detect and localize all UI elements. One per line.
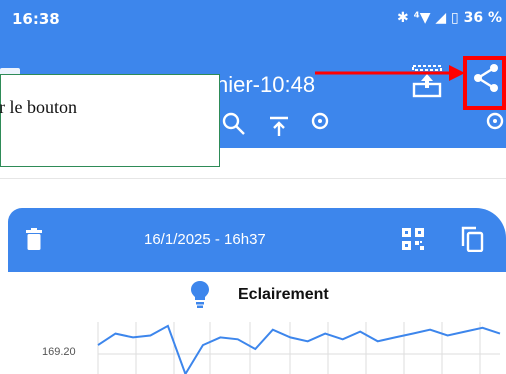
status-icons: ✱ ⁴▼ ◢ ▯ 36 % (397, 10, 502, 26)
tooltip-text: r le bouton (0, 97, 77, 117)
lightbulb-icon (191, 281, 209, 308)
settings-icon[interactable] (482, 112, 506, 138)
copy-icon[interactable] (460, 226, 484, 252)
instruction-tooltip: r le bouton (0, 74, 220, 167)
status-indicator-icons: ✱ ⁴▼ ◢ ▯ (397, 10, 459, 26)
filter-icon[interactable] (307, 112, 333, 138)
status-bar: 16:38 ✱ ⁴▼ ◢ ▯ 36 % (0, 0, 506, 40)
status-time: 16:38 (12, 10, 60, 28)
line-chart (97, 322, 501, 374)
page-title: hier-10:48 (216, 72, 316, 97)
share-button-highlight (463, 56, 506, 110)
y-tick-label: 169.20 (42, 346, 76, 358)
search-icon[interactable] (222, 112, 248, 138)
chart-title: Eclairement (238, 286, 329, 303)
series-line (97, 324, 501, 374)
chart-area: 169.20 (0, 318, 506, 374)
measurement-card-header: 16/1/2025 - 16h37 (8, 208, 506, 272)
battery-level: 36 % (463, 10, 502, 26)
red-arrow-annotation (315, 65, 465, 81)
card-datetime: 16/1/2025 - 16h37 (144, 231, 266, 248)
qr-code-icon[interactable] (402, 228, 424, 250)
divider (0, 178, 506, 179)
sort-icon[interactable] (266, 112, 292, 138)
trash-icon[interactable] (26, 228, 42, 250)
chart-title-row: Eclairement (8, 272, 506, 318)
